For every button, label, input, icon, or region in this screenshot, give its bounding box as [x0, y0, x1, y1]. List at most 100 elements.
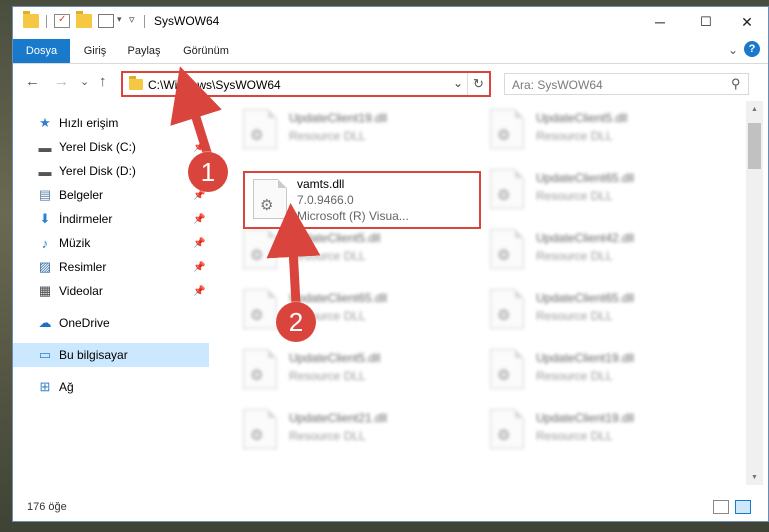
pin-icon: 📌: [193, 285, 206, 297]
sidebar-item-onedrive[interactable]: ☁ OneDrive: [13, 311, 209, 335]
sidebar-item-quick-access[interactable]: ★ Hızlı erişim: [13, 111, 209, 135]
sidebar-item-disk-d[interactable]: ▬ Yerel Disk (D:) 📌: [13, 159, 209, 183]
file-tile[interactable]: ⚙ UpdateClient5.dll Resource DLL: [476, 103, 716, 159]
gear-icon: ⚙: [497, 187, 511, 204]
file-tile[interactable]: ⚙ UpdateClient65.dll Resource DLL: [476, 163, 716, 219]
highlighted-file-tile[interactable]: ⚙ vamts.dll 7.0.9466.0 Microsoft (R) Vis…: [243, 171, 481, 229]
search-icon[interactable]: ⚲: [731, 76, 741, 92]
minimize-button[interactable]: ─: [637, 7, 683, 37]
pin-icon: 📌: [193, 237, 206, 249]
address-bar[interactable]: C:\Windows\SysWOW64 ⌄ ↻: [121, 71, 491, 97]
address-dropdown-icon[interactable]: ⌄: [453, 76, 463, 90]
up-icon[interactable]: ↑: [99, 73, 107, 90]
sidebar-item-this-pc[interactable]: ▭ Bu bilgisayar: [13, 343, 209, 367]
gear-icon: ⚙: [250, 127, 264, 144]
gear-icon: ⚙: [260, 197, 274, 214]
file-description: Resource DLL: [289, 249, 366, 263]
new-folder-icon[interactable]: [76, 11, 92, 28]
sidebar-item-videos[interactable]: ▦ Videolar 📌: [13, 279, 209, 303]
expand-ribbon-icon[interactable]: ⌄: [728, 43, 738, 57]
refresh-icon[interactable]: ↻: [467, 73, 489, 95]
address-row: ← → ⌄ ↑ C:\Windows\SysWOW64 ⌄ ↻ Ara: Sys…: [13, 65, 768, 101]
file-tile[interactable]: ⚙ UpdateClient65.dll Resource DLL: [476, 283, 716, 339]
dll-file-icon: ⚙: [243, 289, 277, 329]
scroll-down-icon[interactable]: ▼: [746, 469, 763, 485]
videos-icon: ▦: [38, 283, 52, 298]
navigation-pane: ★ Hızlı erişim ▬ Yerel Disk (C:) 📌 ▬ Yer…: [13, 101, 209, 485]
back-icon[interactable]: ←: [25, 73, 40, 90]
sidebar-item-label: Yerel Disk (C:): [59, 140, 136, 154]
file-tile[interactable]: ⚙ UpdateClient42.dll Resource DLL: [476, 223, 716, 279]
tab-share[interactable]: Paylaş: [121, 39, 167, 63]
gear-icon: ⚙: [250, 307, 264, 324]
sidebar-item-label: Videolar: [59, 284, 103, 298]
file-name: vamts.dll: [297, 177, 345, 191]
cloud-icon: ☁: [38, 315, 52, 330]
sidebar-item-music[interactable]: ♪ Müzik 📌: [13, 231, 209, 255]
scroll-up-icon[interactable]: ▲: [746, 101, 763, 117]
dll-file-icon: ⚙: [243, 109, 277, 149]
recent-locations-icon[interactable]: ⌄: [80, 75, 89, 88]
file-tile[interactable]: ⚙ UpdateClient5.dll Resource DLL: [229, 343, 469, 399]
maximize-button[interactable]: ☐: [683, 7, 729, 37]
pictures-icon: ▨: [38, 259, 52, 274]
scroll-thumb[interactable]: [748, 123, 761, 169]
sidebar-item-label: Müzik: [59, 236, 91, 250]
file-tile[interactable]: ⚙ UpdateClient5.dll Resource DLL: [229, 223, 469, 279]
star-icon: ★: [39, 115, 51, 130]
file-description: Resource DLL: [536, 189, 613, 203]
close-button[interactable]: ✕: [724, 7, 768, 37]
file-tile[interactable]: ⚙ UpdateClient65.dll Resource DLL: [229, 283, 469, 339]
properties-icon[interactable]: ✓: [54, 14, 70, 28]
sidebar-item-disk-c[interactable]: ▬ Yerel Disk (C:) 📌: [13, 135, 209, 159]
drive-icon: ▬: [38, 139, 52, 155]
file-tile[interactable]: ⚙ UpdateClient21.dll Resource DLL: [229, 403, 469, 459]
step-2-badge: 2: [276, 302, 316, 342]
details-view-icon[interactable]: [713, 500, 729, 514]
dll-file-icon: ⚙: [490, 229, 524, 269]
customize-toolbar-icon[interactable]: ▿: [129, 13, 135, 26]
search-input[interactable]: Ara: SysWOW64 ⚲: [504, 73, 749, 95]
folder-icon: [129, 76, 143, 90]
tab-view[interactable]: Görünüm: [175, 39, 237, 63]
file-tile[interactable]: ⚙ UpdateClient19.dll Resource DLL: [476, 403, 716, 459]
gear-icon: ⚙: [497, 367, 511, 384]
file-description: Resource DLL: [536, 249, 613, 263]
address-path[interactable]: C:\Windows\SysWOW64: [148, 78, 281, 92]
sidebar-item-network[interactable]: ⊞ Ağ: [13, 375, 209, 399]
dll-file-icon: ⚙: [490, 109, 524, 149]
tab-home[interactable]: Giriş: [75, 39, 115, 63]
documents-icon: ▤: [38, 187, 52, 202]
file-description: Resource DLL: [289, 369, 366, 383]
sidebar-item-downloads[interactable]: ⬇ İndirmeler 📌: [13, 207, 209, 231]
tiles-view-icon[interactable]: [735, 500, 751, 514]
view-options-icon[interactable]: [98, 14, 114, 28]
file-version: 7.0.9466.0: [297, 193, 354, 207]
download-icon: ⬇: [39, 211, 51, 226]
sidebar-item-documents[interactable]: ▤ Belgeler 📌: [13, 183, 209, 207]
qa-chevron-icon[interactable]: ▾: [117, 14, 122, 25]
dll-file-icon: ⚙: [490, 289, 524, 329]
sidebar-item-label: Resimler: [59, 260, 107, 274]
status-bar: 176 öğe: [13, 491, 768, 521]
dll-file-icon: ⚙: [490, 409, 524, 449]
window-title: SysWOW64: [154, 14, 220, 28]
file-name: UpdateClient19.dll: [536, 351, 635, 365]
item-count: 176 öğe: [27, 501, 67, 513]
file-name: UpdateClient5.dll: [536, 111, 628, 125]
gear-icon: ⚙: [497, 247, 511, 264]
help-icon[interactable]: ?: [744, 41, 760, 57]
sidebar-item-pictures[interactable]: ▨ Resimler 📌: [13, 255, 209, 279]
file-tile[interactable]: ⚙ UpdateClient19.dll Resource DLL: [476, 343, 716, 399]
forward-icon[interactable]: →: [54, 73, 69, 90]
dll-file-icon: ⚙: [243, 349, 277, 389]
tab-file[interactable]: Dosya: [13, 39, 70, 63]
separator: [144, 15, 145, 28]
sidebar-item-label: Hızlı erişim: [59, 116, 119, 130]
vertical-scrollbar[interactable]: ▲ ▼: [746, 101, 763, 485]
file-description: Resource DLL: [289, 129, 366, 143]
gear-icon: ⚙: [497, 307, 511, 324]
gear-icon: ⚙: [250, 427, 264, 444]
file-description: Resource DLL: [536, 309, 613, 323]
file-tile[interactable]: ⚙ UpdateClient19.dll Resource DLL: [229, 103, 469, 159]
